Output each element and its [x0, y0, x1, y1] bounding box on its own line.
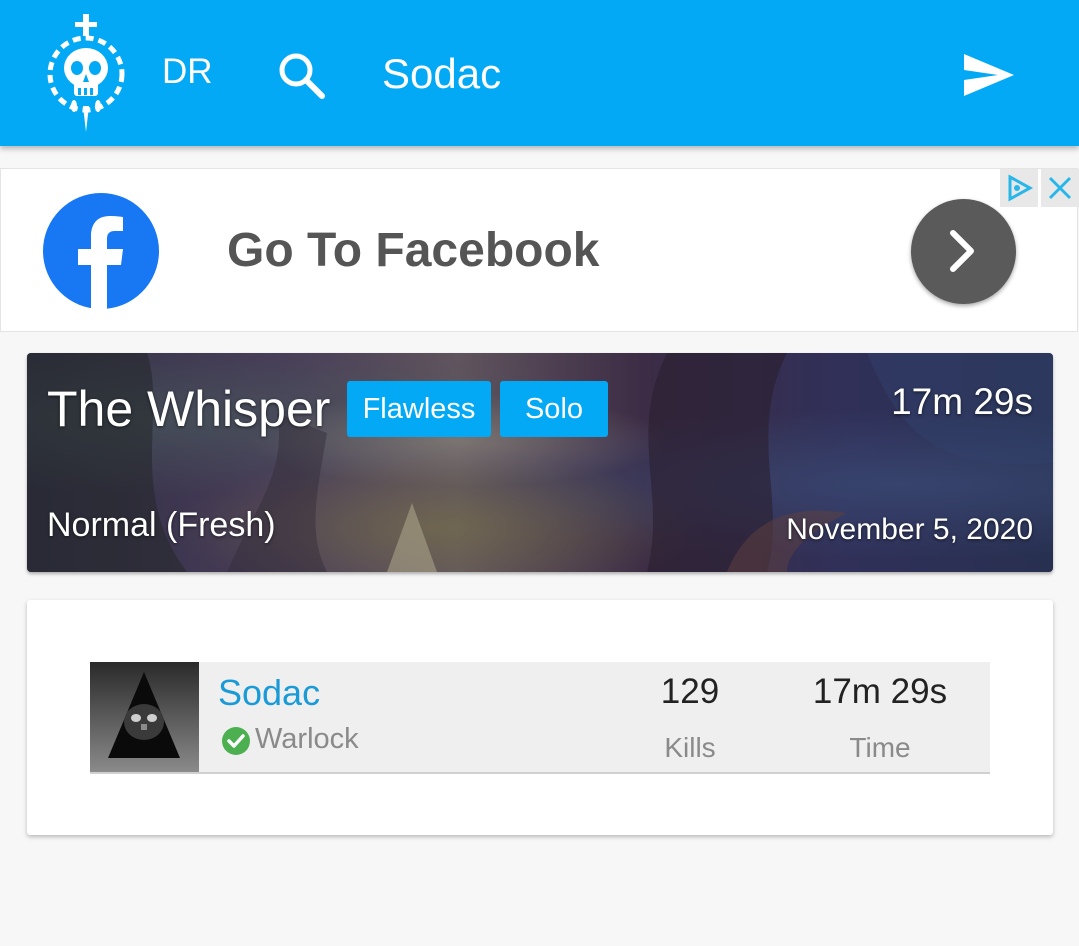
solo-badge: Solo	[500, 381, 608, 437]
app-header: DR Sodac	[0, 0, 1079, 146]
activity-card[interactable]: The Whisper Flawless Solo 17m 29s Normal…	[27, 353, 1053, 572]
facebook-icon	[43, 193, 159, 309]
player-class: Warlock	[255, 723, 359, 755]
ad-cta-button[interactable]	[911, 199, 1016, 304]
activity-mode: Normal (Fresh)	[47, 506, 276, 544]
ad-banner[interactable]: Go To Facebook	[0, 168, 1079, 332]
search-query[interactable]: Sodac	[382, 50, 501, 98]
player-emblem	[90, 662, 199, 772]
close-icon[interactable]	[1041, 169, 1079, 207]
adchoices-icon[interactable]	[1000, 169, 1038, 207]
player-name-link[interactable]: Sodac	[218, 672, 320, 714]
send-icon[interactable]	[962, 52, 1016, 98]
chevron-right-icon	[950, 230, 974, 272]
player-card: Sodac Warlock 129 Kills 17m 29s Time	[27, 600, 1053, 835]
search-icon[interactable]	[276, 50, 328, 102]
flawless-badge: Flawless	[347, 381, 491, 437]
site-abbrev[interactable]: DR	[162, 52, 213, 92]
skull-dagger-icon[interactable]	[42, 14, 130, 134]
kills-value: 129	[660, 672, 720, 711]
time-value: 17m 29s	[812, 672, 948, 711]
player-row[interactable]: Sodac Warlock 129 Kills 17m 29s Time	[90, 662, 990, 774]
ad-title[interactable]: Go To Facebook	[227, 223, 599, 278]
activity-name: The Whisper	[47, 381, 331, 437]
activity-duration: 17m 29s	[891, 381, 1033, 422]
kills-label: Kills	[664, 732, 716, 763]
check-circle-icon	[221, 726, 251, 756]
activity-date: November 5, 2020	[786, 513, 1033, 546]
time-label: Time	[849, 732, 911, 763]
